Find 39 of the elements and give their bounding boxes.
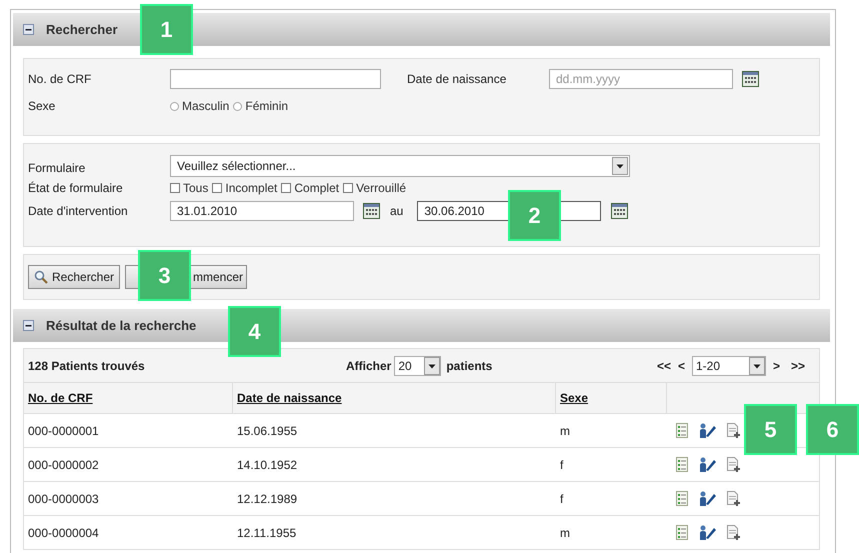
checkbox-label: Incomplet xyxy=(225,181,278,195)
field-label: Date d'intervention xyxy=(28,204,129,218)
radio-label: Masculin xyxy=(182,99,230,113)
callout-tooltip: 5 xyxy=(744,404,797,455)
table-cell: 14.10.1952 xyxy=(233,447,556,481)
callout-tooltip: 2 xyxy=(508,190,561,241)
table-cell: 000-0000001 xyxy=(24,413,233,447)
table-cell: m xyxy=(556,515,667,549)
callout-tooltip: 1 xyxy=(140,4,193,55)
select-value: Veuillez sélectionner... xyxy=(177,159,296,173)
panel-title: Rechercher xyxy=(46,22,118,37)
table-cell: 15.06.1955 xyxy=(233,413,556,447)
range-separator: au xyxy=(390,204,404,218)
checkbox-label: Tous xyxy=(183,181,208,195)
callout-tooltip: 4 xyxy=(228,306,281,357)
field-label: No. de CRF xyxy=(28,72,92,86)
field-label: Formulaire xyxy=(28,160,86,174)
table-cell: f xyxy=(556,481,667,515)
table-cell: 000-0000002 xyxy=(24,447,233,481)
callout-tooltip: 3 xyxy=(138,250,191,301)
result-count: 128 Patients trouvés xyxy=(28,358,146,372)
table-cell: f xyxy=(556,447,667,481)
checkbox-label: Verrouillé xyxy=(356,181,406,195)
checkbox-label: Complet xyxy=(294,181,340,195)
show-label: Afficher xyxy=(346,358,392,372)
table-cell: 000-0000003 xyxy=(24,481,233,515)
table-cell: 000-0000004 xyxy=(24,515,233,549)
table-cell: 12.11.1955 xyxy=(233,515,556,549)
panel-title: Résultat de la recherche xyxy=(46,318,196,333)
callout-tooltip: 6 xyxy=(806,404,859,455)
select-value: 20 xyxy=(398,358,412,372)
table-cell: 12.12.1989 xyxy=(233,481,556,515)
show-suffix: patients xyxy=(446,358,494,372)
field-label: Sexe xyxy=(28,99,56,113)
table-cell: m xyxy=(556,413,667,447)
radio-label: Féminin xyxy=(245,99,288,113)
select-value: 1-20 xyxy=(696,358,720,372)
field-label: État de formulaire xyxy=(28,181,124,195)
field-label: Date de naissance xyxy=(407,72,508,86)
